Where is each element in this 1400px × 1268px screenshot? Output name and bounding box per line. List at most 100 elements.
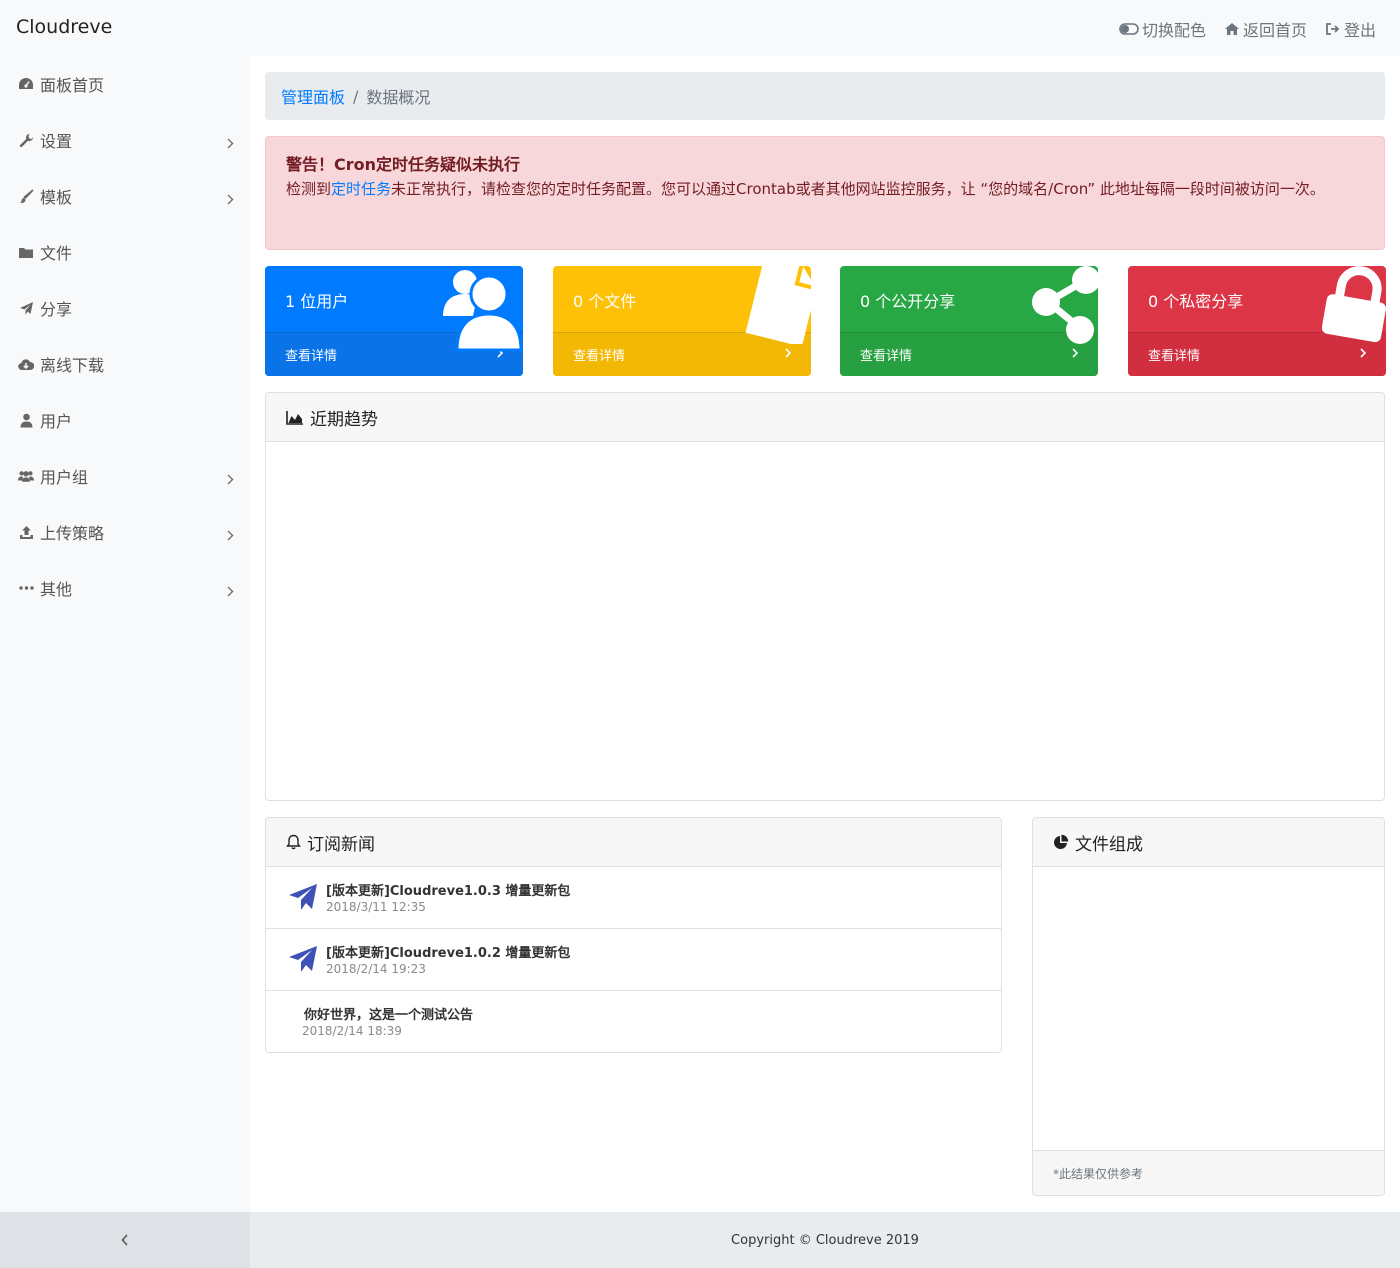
stat-card-label: 1 位用户 — [285, 292, 349, 311]
top-navbar: Cloudreve 切换配色 返回首页 登出 — [0, 0, 1400, 56]
stat-card-public-shares: 0 个公开分享 查看详情 — [840, 266, 1098, 376]
sidebar-item-label: 面板首页 — [40, 76, 105, 95]
dashboard-icon — [18, 76, 34, 92]
news-item-title: [版本更新]Cloudreve1.0.2 增量更新包 — [326, 946, 571, 961]
folder-icon — [18, 244, 34, 260]
panel-title: 文件组成 — [1075, 834, 1143, 855]
breadcrumb: 管理面板 / 数据概况 — [265, 72, 1385, 120]
upload-icon — [18, 524, 34, 540]
panel-header: 近期趋势 — [266, 393, 1384, 442]
alert-title: 警告！Cron定时任务疑似未执行 — [286, 155, 521, 174]
alert-body: 检测到定时任务未正常执行，请检查您的定时任务配置。您可以通过Crontab或者其… — [286, 177, 1364, 201]
news-item[interactable]: [版本更新]Cloudreve1.0.2 增量更新包 2018/2/14 19:… — [266, 929, 1001, 991]
news-panel: 订阅新闻 [版本更新]Cloudreve1.0.3 增量更新包 2018/3/1… — [265, 817, 1002, 1053]
news-item[interactable]: [版本更新]Cloudreve1.0.3 增量更新包 2018/3/11 12:… — [266, 867, 1001, 929]
pie-chart-icon — [1053, 834, 1069, 850]
back-home-label: 返回首页 — [1242, 21, 1307, 40]
toggle-theme-label: 切换配色 — [1141, 21, 1206, 40]
stat-card-link-label: 查看详情 — [1148, 349, 1201, 364]
toggle-icon — [1119, 23, 1139, 35]
paper-plane-icon — [288, 882, 318, 916]
ellipsis-icon — [18, 580, 34, 596]
logout-link[interactable]: 登出 — [1325, 17, 1376, 41]
breadcrumb-root-link[interactable]: 管理面板 — [281, 84, 345, 108]
stat-card-users: 1 位用户 查看详情 — [265, 266, 523, 376]
sidebar-item-shares[interactable]: 分享 — [0, 280, 250, 336]
chevron-right-icon — [785, 347, 792, 362]
stat-card-label: 0 个公开分享 — [860, 292, 956, 311]
stat-card-private-shares: 0 个私密分享 查看详情 — [1128, 266, 1386, 376]
sidebar: 面板首页 设置 模板 文件 分享 离线下载 用户 用户组 上传策略 其他 — [0, 56, 250, 1212]
chevron-right-icon — [227, 190, 234, 209]
cloud-download-icon — [18, 356, 34, 372]
alert-body-prefix: 检测到 — [286, 180, 332, 198]
news-item-date: 2018/2/14 19:23 — [326, 962, 426, 976]
alert-body-suffix: 未正常执行，请检查您的定时任务配置。您可以通过Crontab或者其他网站监控服务… — [391, 180, 1325, 198]
top-nav-links: 切换配色 返回首页 登出 — [1119, 17, 1376, 41]
chevron-right-icon — [227, 526, 234, 545]
paper-plane-icon — [18, 300, 34, 316]
logout-label: 登出 — [1343, 21, 1376, 40]
chevron-right-icon — [227, 134, 234, 153]
cron-task-link[interactable]: 定时任务 — [331, 180, 391, 198]
stat-card-link-label: 查看详情 — [285, 349, 338, 364]
sidebar-item-upload-policy[interactable]: 上传策略 — [0, 504, 250, 560]
brand-logo[interactable]: Cloudreve — [16, 16, 112, 38]
logout-icon — [1325, 22, 1341, 36]
sidebar-item-label: 其他 — [40, 580, 73, 599]
chevron-right-icon — [227, 582, 234, 601]
chevron-right-icon — [1360, 347, 1367, 362]
composition-note: *此结果仅供参考 — [1033, 1150, 1384, 1195]
stat-card-label: 0 个私密分享 — [1148, 292, 1244, 311]
stat-card-link-label: 查看详情 — [860, 349, 913, 364]
sidebar-item-label: 离线下载 — [40, 356, 105, 375]
brush-icon — [18, 188, 34, 204]
news-item-title: [版本更新]Cloudreve1.0.3 增量更新包 — [326, 884, 571, 899]
panel-header: 文件组成 — [1033, 818, 1384, 867]
sidebar-item-other[interactable]: 其他 — [0, 560, 250, 616]
sidebar-item-label: 用户 — [40, 412, 73, 431]
file-composition-panel: 文件组成 *此结果仅供参考 — [1032, 817, 1385, 1196]
sidebar-item-label: 用户组 — [40, 468, 89, 487]
share-icon — [1032, 266, 1098, 350]
news-item[interactable]: 你好世界，这是一个测试公告 2018/2/14 18:39 — [266, 991, 1001, 1052]
sidebar-item-templates[interactable]: 模板 — [0, 168, 250, 224]
news-item-date: 2018/3/11 12:35 — [326, 900, 426, 914]
lock-icon — [1321, 266, 1386, 348]
paper-plane-icon — [288, 944, 318, 978]
wrench-icon — [18, 132, 34, 148]
page-footer: Copyright © Cloudreve 2019 — [250, 1212, 1400, 1268]
sidebar-item-label: 上传策略 — [40, 524, 105, 543]
sidebar-item-dashboard[interactable]: 面板首页 — [0, 56, 250, 112]
chevron-left-icon — [121, 1231, 129, 1250]
file-icon — [739, 266, 811, 348]
news-item-title: 你好世界，这是一个测试公告 — [304, 1008, 474, 1023]
sidebar-item-user-groups[interactable]: 用户组 — [0, 448, 250, 504]
bell-icon — [286, 834, 301, 850]
sidebar-item-users[interactable]: 用户 — [0, 392, 250, 448]
sidebar-item-label: 设置 — [40, 132, 73, 151]
copyright-text: Copyright © Cloudreve 2019 — [731, 1232, 919, 1248]
sidebar-item-label: 分享 — [40, 300, 73, 319]
sidebar-item-settings[interactable]: 设置 — [0, 112, 250, 168]
sidebar-item-offline-download[interactable]: 离线下载 — [0, 336, 250, 392]
stat-card-files: 0 个文件 查看详情 — [553, 266, 811, 376]
users-icon — [443, 266, 523, 356]
back-home-link[interactable]: 返回首页 — [1224, 17, 1307, 41]
cron-warning-alert: 警告！Cron定时任务疑似未执行 检测到定时任务未正常执行，请检查您的定时任务配… — [265, 136, 1385, 250]
panel-title: 近期趋势 — [310, 409, 378, 430]
toggle-theme-link[interactable]: 切换配色 — [1119, 17, 1206, 41]
sidebar-item-label: 文件 — [40, 244, 73, 263]
user-icon — [18, 412, 34, 428]
stat-card-link-label: 查看详情 — [573, 349, 626, 364]
area-chart-icon — [286, 410, 304, 425]
sidebar-item-label: 模板 — [40, 188, 73, 207]
chevron-right-icon — [227, 470, 234, 489]
panel-title: 订阅新闻 — [307, 834, 375, 855]
users-icon — [18, 468, 34, 484]
stat-card-label: 0 个文件 — [573, 292, 637, 311]
sidebar-collapse-button[interactable] — [0, 1212, 250, 1268]
panel-header: 订阅新闻 — [266, 818, 1001, 867]
recent-trend-panel: 近期趋势 — [265, 392, 1385, 801]
sidebar-item-files[interactable]: 文件 — [0, 224, 250, 280]
